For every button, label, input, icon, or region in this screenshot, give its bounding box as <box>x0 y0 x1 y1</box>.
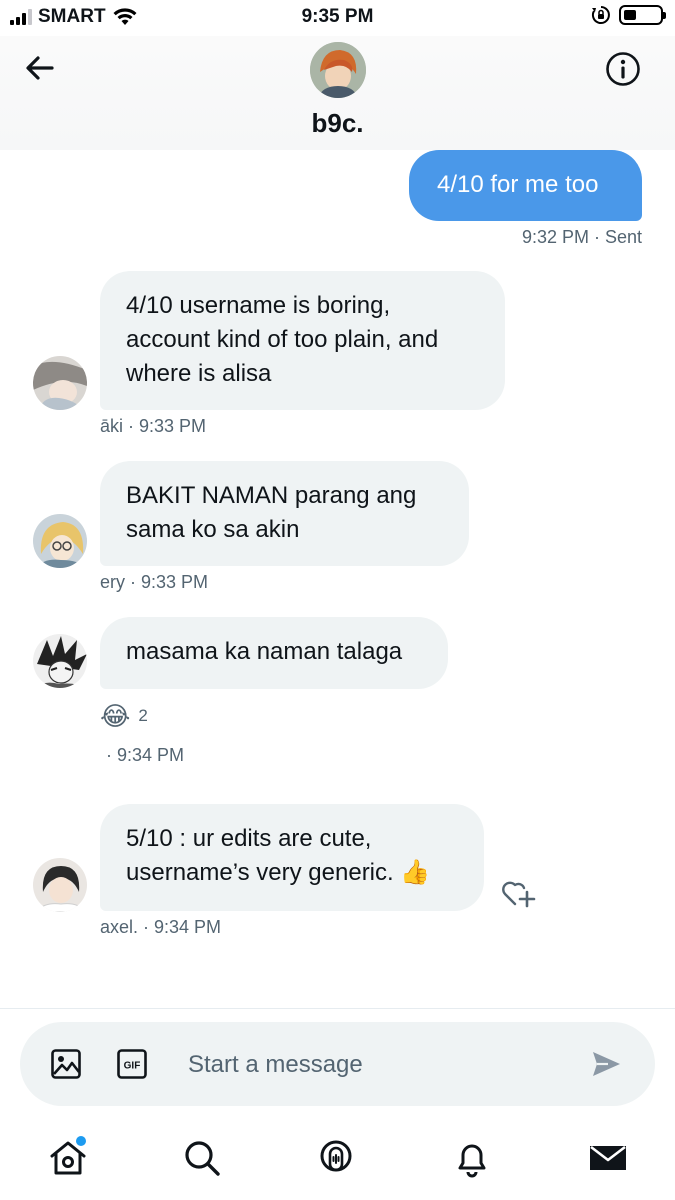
heart-add-icon[interactable] <box>500 876 536 910</box>
message-meta: ery · 9:33 PM <box>100 572 209 592</box>
rotation-lock-icon <box>591 6 610 24</box>
back-arrow-icon[interactable] <box>22 50 58 86</box>
svg-text:GIF: GIF <box>124 1061 141 1072</box>
header-avatar[interactable] <box>310 42 366 98</box>
message-text: 4/10 username is boring, account kind of… <box>126 292 439 387</box>
sender-avatar[interactable] <box>33 858 87 912</box>
message-bubble-sent[interactable]: 4/10 for me too <box>409 150 642 221</box>
message-text: 4/10 for me too <box>437 171 599 198</box>
message-bubble-received[interactable]: 5/10 : ur edits are cute, username’s ver… <box>100 804 484 911</box>
composer-divider <box>0 1008 675 1009</box>
home-notification-dot <box>74 1134 88 1148</box>
message-meta: axel. · 9:34 PM <box>100 917 222 937</box>
laughing-emoji-icon: 😂 <box>100 701 131 731</box>
status-time: 9:35 PM <box>301 6 374 27</box>
spaces-icon[interactable] <box>316 1138 356 1178</box>
message-bubble-received[interactable]: BAKIT NAMAN parang ang sama ko sa akin <box>100 461 469 566</box>
battery-icon <box>619 5 666 25</box>
message-timestamp: 9:32 PM · Sent <box>521 227 642 247</box>
status-bar: SMART 9:35 PM <box>0 0 675 36</box>
search-icon[interactable] <box>182 1138 222 1178</box>
message-text: masama ka naman talaga <box>126 638 403 665</box>
envelope-icon[interactable] <box>588 1138 628 1178</box>
bell-icon[interactable] <box>452 1138 492 1178</box>
message-bubble-received[interactable]: masama ka naman talaga <box>100 617 448 689</box>
gif-icon[interactable]: GIF <box>116 1048 148 1080</box>
image-icon[interactable] <box>50 1048 82 1080</box>
message-text: 5/10 : ur edits are cute, username’s ver… <box>126 825 431 886</box>
reaction-count: 2 <box>138 706 148 725</box>
sender-avatar[interactable] <box>33 634 87 688</box>
conversation-title[interactable]: b9c. <box>0 108 675 139</box>
message-text: BAKIT NAMAN parang ang sama ko sa akin <box>126 482 417 543</box>
sender-avatar[interactable] <box>33 514 87 568</box>
conversation-header: b9c. <box>0 36 675 150</box>
message-bubble-received[interactable]: 4/10 username is boring, account kind of… <box>100 271 505 410</box>
info-icon[interactable] <box>604 50 642 88</box>
reaction-chip[interactable]: 😂 2 <box>100 700 148 732</box>
message-input[interactable] <box>186 1040 570 1090</box>
send-icon[interactable] <box>590 1048 622 1080</box>
bottom-tab-bar <box>0 1128 675 1200</box>
sender-avatar[interactable] <box>33 356 87 410</box>
message-meta: āki · 9:33 PM <box>100 416 207 436</box>
message-composer: GIF <box>20 1022 655 1106</box>
message-meta: · 9:34 PM <box>106 745 185 765</box>
status-right-group <box>591 5 666 25</box>
